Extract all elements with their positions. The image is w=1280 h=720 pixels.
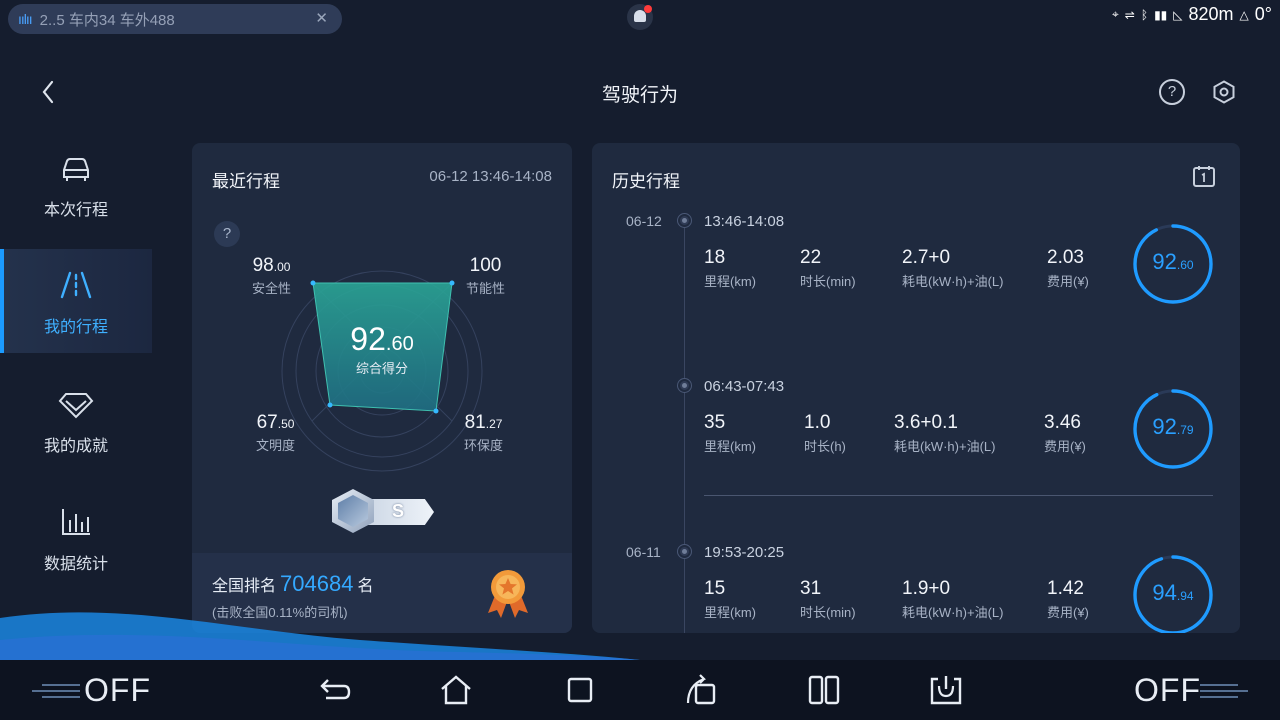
close-icon[interactable]: ✕ [315, 9, 328, 27]
home-icon[interactable] [438, 673, 474, 707]
trip-energy: 3.6+0.1 耗电(kW·h)+油(L) [894, 412, 996, 454]
trip-row[interactable]: 06:43-07:43 35 里程(km) 1.0 时长(h) 3.6+0.1 耗电(… [592, 378, 1240, 538]
assistant-icon[interactable] [627, 4, 653, 30]
car-icon [63, 158, 89, 181]
timeline-dot [678, 214, 691, 227]
sidebar-item-current-trip[interactable]: 本次行程 [0, 132, 152, 236]
history-card: 历史行程 06-12 13:46-14:08 18 里程(km) 22 时长(min… [592, 143, 1240, 633]
overall-score: 92.60 综合得分 [350, 321, 414, 376]
sidebar-item-achievements[interactable]: 我的成就 [0, 368, 152, 472]
trip-time-range: 13:46-14:08 [704, 213, 785, 230]
recent-trip-title: 最近行程 [212, 172, 280, 191]
bottom-nav-bar: OFF OFF [0, 660, 1280, 720]
left-climate-off[interactable]: OFF [84, 672, 151, 709]
usb-icon: ⇌ [1124, 7, 1135, 22]
voice-wave-icon: ıılıı [18, 11, 33, 27]
page-title: 驾驶行为 [601, 85, 678, 106]
signal-icon: ▮▮ [1154, 7, 1168, 22]
day-separator [704, 495, 1213, 496]
trip-duration: 22 时长(min) [800, 247, 856, 289]
metric-safety: 98.00 安全性 [252, 255, 292, 296]
timeline-dot [678, 545, 691, 558]
status-bar: ıılıı 2..5 车内34 车外488 捷途 ✕ ⌖ ⇌ ᛒ ▮▮ ◺ 82… [0, 0, 1280, 36]
temperature-value: 0° [1254, 4, 1272, 24]
right-climate-off[interactable]: OFF [1134, 672, 1201, 709]
split-screen-icon[interactable] [806, 673, 842, 707]
screen-off-icon[interactable] [928, 673, 964, 707]
trip-time-range: 06:43-07:43 [704, 378, 785, 395]
sidebar-item-statistics[interactable]: 数据统计 [0, 486, 152, 590]
trip-date: 06-12 [626, 213, 662, 229]
recent-apps-icon[interactable] [562, 673, 598, 707]
badge-crystal-icon [332, 489, 374, 533]
altitude-value: 820m [1188, 4, 1234, 24]
trip-score-ring: 92.79 [1132, 388, 1214, 470]
metric-eco: 81.27 环保度 [464, 412, 504, 453]
help-icon[interactable]: ? [1159, 79, 1185, 105]
rank-value: 704684 [280, 571, 354, 596]
notification-pill[interactable]: ıılıı 2..5 车内34 车外488 捷途 ✕ [8, 4, 342, 34]
recent-trip-card[interactable]: 最近行程 06-12 13:46-14:08 ? 98.00 安全性 100 节… [192, 143, 572, 633]
right-fan-icon [1200, 684, 1248, 698]
warning-icon: △ [1239, 7, 1249, 22]
return-icon[interactable] [316, 673, 352, 707]
history-title: 历史行程 [612, 172, 680, 191]
trip-distance: 18 里程(km) [704, 247, 756, 289]
calendar-icon[interactable] [1192, 164, 1216, 188]
trip-row[interactable]: 06-12 13:46-14:08 18 里程(km) 22 时长(min) 2.7… [592, 213, 1240, 373]
trip-score-ring: 92.60 [1132, 223, 1214, 305]
trip-date: 06-11 [626, 544, 661, 560]
active-indicator [0, 249, 4, 353]
sidebar-item-label: 我的行程 [43, 319, 108, 336]
bar-chart-icon [62, 509, 90, 535]
diamond-icon [58, 393, 94, 419]
sidebar-item-label: 数据统计 [43, 556, 108, 573]
sidebar-item-my-trips[interactable]: 我的行程 [0, 249, 152, 353]
left-fan-icon [32, 684, 80, 698]
altitude-icon: ◺ [1173, 7, 1183, 22]
location-icon: ⌖ [1112, 7, 1119, 21]
gear-icon[interactable] [1212, 80, 1236, 104]
score-help-icon[interactable]: ? [214, 221, 240, 247]
metric-civility: 67.50 文明度 [256, 412, 296, 453]
trip-duration: 1.0 时长(h) [804, 412, 846, 454]
trip-time-range: 19:53-20:25 [704, 544, 785, 561]
sidebar-item-label: 我的成就 [43, 438, 108, 455]
sidebar-item-label: 本次行程 [43, 202, 108, 219]
trip-distance: 35 里程(km) [704, 412, 756, 454]
bluetooth-icon: ᛒ [1140, 7, 1149, 22]
road-icon [60, 271, 92, 299]
trip-cost: 2.03 费用(¥) [1047, 247, 1089, 289]
sidebar: 本次行程 我的行程 我的成就 数据统计 [0, 132, 152, 602]
metric-energy: 100 节能性 [466, 255, 506, 296]
recent-trip-time: 06-12 13:46-14:08 [429, 168, 552, 185]
timeline-dot [678, 379, 691, 392]
system-icons: ⌖ ⇌ ᛒ ▮▮ ◺ 820m △ 0° [1112, 4, 1272, 25]
trip-cost: 3.46 费用(¥) [1044, 412, 1086, 454]
wave-decoration [0, 612, 640, 660]
level-badge: S [332, 489, 436, 533]
trip-energy: 2.7+0 耗电(kW·h)+油(L) [902, 247, 1004, 289]
screen-rotate-icon[interactable] [684, 673, 720, 707]
